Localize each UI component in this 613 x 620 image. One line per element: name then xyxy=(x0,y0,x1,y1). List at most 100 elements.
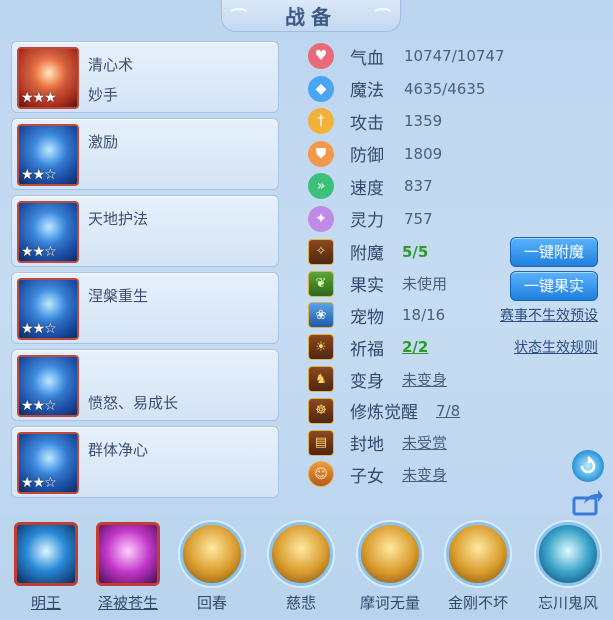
bottom-skill-bar: 明王 泽被苍生 回春 慈悲 摩诃无量 金刚不坏 忘川鬼风 xyxy=(0,522,613,620)
pet-icon: ❀ xyxy=(308,302,334,329)
mana-icon: ◆ xyxy=(308,75,334,102)
stat-label: 速度 xyxy=(350,178,384,199)
bottom-skill-label: 回春 xyxy=(196,594,227,612)
stat-row: ◆ 魔法 4635/4635 xyxy=(308,73,505,106)
stat-label: 攻击 xyxy=(350,113,384,134)
status-row: ✧ 附魔 5/5 一键附魔 xyxy=(308,236,608,268)
one-key-enchant-button[interactable]: 一键附魔 xyxy=(510,236,598,267)
status-label: 封地 xyxy=(350,435,384,456)
skill-name: 天地护法 xyxy=(88,210,149,228)
stat-row: ⛊ 防御 1809 xyxy=(308,138,505,171)
stat-value: 1359 xyxy=(404,112,443,131)
stat-value: 4635/4635 xyxy=(404,79,486,98)
skill-card[interactable]: ★★☆ 愤怒、易成长 xyxy=(11,349,279,421)
bottom-skill-item[interactable]: 金刚不坏 xyxy=(438,522,518,613)
bottom-skill-label: 忘川鬼风 xyxy=(537,594,598,612)
status-value[interactable]: 未变身 xyxy=(402,369,447,390)
skill-name: 涅槃重生 xyxy=(88,287,149,305)
bottom-skill-item[interactable]: 摩诃无量 xyxy=(350,522,430,613)
bottom-skill-item[interactable]: 慈悲 xyxy=(261,522,341,613)
status-row: ❀ 宠物 18/16 赛事不生效预设 xyxy=(308,300,608,332)
status-value[interactable]: 7/8 xyxy=(436,402,460,420)
bottom-skill-item[interactable]: 明王 xyxy=(6,522,86,613)
nirvana-rebirth-icon: ★★☆ xyxy=(17,278,79,340)
heaven-earth-guard-icon: ★★☆ xyxy=(17,201,79,263)
stat-label: 气血 xyxy=(350,48,384,69)
rage-icon: ★★☆ xyxy=(17,355,79,417)
skill-card[interactable]: ★★☆ 群体净心 xyxy=(11,426,279,498)
page-title: 战备 xyxy=(285,5,337,29)
status-value: 5/5 xyxy=(402,242,429,261)
event-invalid-preset-link[interactable]: 赛事不生效预设 xyxy=(500,305,598,325)
bottom-skill-item[interactable]: 忘川鬼风 xyxy=(528,522,608,613)
status-label: 附魔 xyxy=(350,244,384,265)
stats-panel: ♥ 气血 10747/10747 ◆ 魔法 4635/4635 † 攻击 135… xyxy=(308,40,505,235)
children-icon: ☺ xyxy=(308,461,334,488)
status-value[interactable]: 未变身 xyxy=(402,464,447,485)
cloud-ornament-icon xyxy=(228,8,250,22)
skill-name: 激励 xyxy=(88,133,119,151)
inspire-icon: ★★☆ xyxy=(17,124,79,186)
stat-label: 灵力 xyxy=(350,211,384,232)
status-value: 未使用 xyxy=(402,275,448,294)
stat-value: 837 xyxy=(404,177,433,196)
bottom-skill-label: 明王 xyxy=(30,594,61,612)
status-label: 修炼觉醒 xyxy=(350,403,418,424)
skill-card[interactable]: ★★☆ 激励 xyxy=(11,118,279,190)
stat-value: 10747/10747 xyxy=(404,47,505,66)
share-icon[interactable] xyxy=(572,486,604,518)
stat-row: » 速度 837 xyxy=(308,170,505,203)
skill-sub: 妙手 xyxy=(88,86,119,104)
mo-he-wu-liang-icon xyxy=(358,522,422,586)
status-row: ▤ 封地 未受赏 xyxy=(308,427,608,459)
stat-label: 魔法 xyxy=(350,81,384,102)
ming-wang-icon xyxy=(14,522,78,586)
blessing-icon: ☀ xyxy=(308,334,334,361)
skill-name: 清心术 xyxy=(88,56,134,74)
refresh-spirit-icon[interactable] xyxy=(572,450,604,482)
stat-label: 防御 xyxy=(350,146,384,167)
fruit-icon: ❦ xyxy=(308,270,334,297)
status-label: 宠物 xyxy=(350,307,384,328)
status-row: ☀ 祈福 2/2 状态生效规则 xyxy=(308,331,608,363)
skill-card[interactable]: ★★★ 清心术 妙手 xyxy=(11,41,279,113)
ze-bei-cang-sheng-icon xyxy=(96,522,160,586)
speed-icon: » xyxy=(308,173,334,200)
status-value[interactable]: 未受赏 xyxy=(402,432,447,453)
status-value: 18/16 xyxy=(402,306,446,325)
defense-icon: ⛊ xyxy=(308,140,334,167)
status-label: 子女 xyxy=(350,466,384,487)
stat-row: † 攻击 1359 xyxy=(308,105,505,138)
status-row: ♞ 变身 未变身 xyxy=(308,363,608,395)
title-banner: 战备 xyxy=(221,0,401,32)
jin-gang-bu-huai-icon xyxy=(446,522,510,586)
stat-row: ♥ 气血 10747/10747 xyxy=(308,40,505,73)
skill-card[interactable]: ★★☆ 涅槃重生 xyxy=(11,272,279,344)
stat-value: 1809 xyxy=(404,144,443,163)
ci-bei-icon xyxy=(269,522,333,586)
one-key-fruit-button[interactable]: 一键果实 xyxy=(510,270,598,301)
status-value[interactable]: 2/2 xyxy=(402,338,428,356)
hui-chun-icon xyxy=(180,522,244,586)
status-row: ☺ 子女 未变身 xyxy=(308,459,608,491)
status-label: 果实 xyxy=(350,276,384,297)
bottom-skill-label: 金刚不坏 xyxy=(447,594,508,612)
bottom-skill-label: 泽被苍生 xyxy=(97,594,158,612)
cloud-ornament-icon xyxy=(372,8,394,22)
skill-list: ★★★ 清心术 妙手 ★★☆ 激励 ★★☆ 天地护法 ★★☆ 涅槃重生 ★★☆ … xyxy=(11,41,279,503)
transform-icon: ♞ xyxy=(308,366,334,393)
bottom-skill-item[interactable]: 回春 xyxy=(172,522,252,613)
bottom-skill-item[interactable]: 泽被苍生 xyxy=(88,522,168,613)
bottom-skill-label: 慈悲 xyxy=(285,594,316,612)
status-rules-link[interactable]: 状态生效规则 xyxy=(514,337,598,357)
status-panel: ✧ 附魔 5/5 一键附魔 ❦ 果实 未使用 一键果实 ❀ 宠物 18/16 赛… xyxy=(308,236,608,490)
skill-card[interactable]: ★★☆ 天地护法 xyxy=(11,195,279,267)
status-row: ❦ 果实 未使用 一键果实 xyxy=(308,268,608,301)
bottom-skill-label: 摩诃无量 xyxy=(359,594,420,612)
heart-icon: ♥ xyxy=(308,43,334,70)
spirit-icon: ✦ xyxy=(308,205,334,232)
skill-name: 群体净心 xyxy=(88,441,149,459)
attack-icon: † xyxy=(308,108,334,135)
clear-heart-icon: ★★★ xyxy=(17,47,79,109)
skill-sub: 愤怒、易成长 xyxy=(88,394,179,412)
